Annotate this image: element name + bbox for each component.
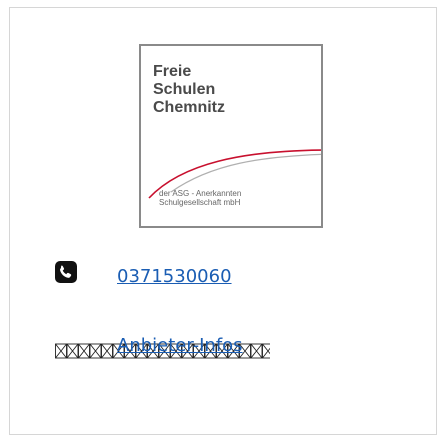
logo-sub-line1: der ASG - Anerkannten xyxy=(159,189,241,198)
phone-icon xyxy=(55,261,77,283)
logo-title-line3: Chemnitz xyxy=(153,99,225,116)
info-row: Anbieter-Infos xyxy=(55,335,355,361)
logo-title-line1: Freie xyxy=(153,63,191,80)
logo-sub-line2: Schulgesellschaft mbH xyxy=(159,198,241,207)
logo-swoosh-grey xyxy=(170,153,321,193)
provider-info-link[interactable]: Anbieter-Infos xyxy=(117,335,243,356)
logo-graphic: Freie Schulen Chemnitz der ASG - Anerkan… xyxy=(148,63,321,207)
school-logo[interactable]: Freie Schulen Chemnitz der ASG - Anerkan… xyxy=(139,44,323,228)
phone-number-link[interactable]: 0371530060 xyxy=(117,266,232,287)
provider-card: Freie Schulen Chemnitz der ASG - Anerkan… xyxy=(9,7,437,435)
logo-title-line2: Schulen xyxy=(153,81,215,98)
